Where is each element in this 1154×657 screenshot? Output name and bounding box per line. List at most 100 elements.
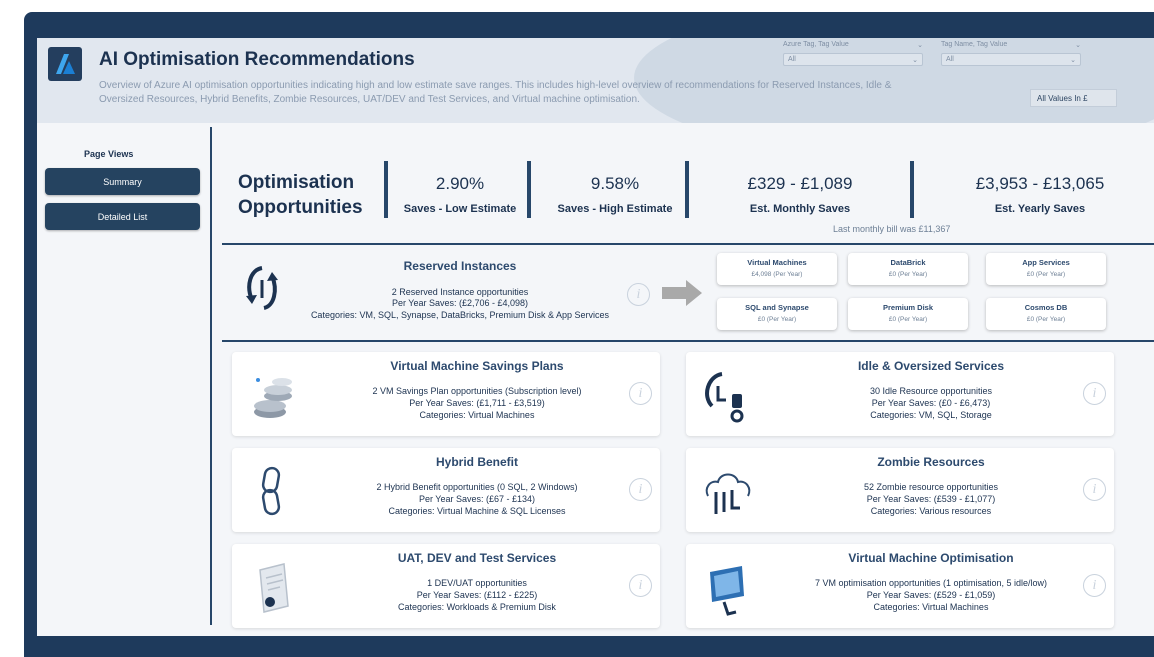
card-line1: 2 Hybrid Benefit opportunities (0 SQL, 2… [376,482,578,492]
card-line3: Categories: Various resources [870,506,992,516]
card-title: UAT, DEV and Test Services [397,551,557,565]
info-icon[interactable]: i [629,382,652,405]
card-title: Virtual Machine Savings Plans [390,359,564,373]
sidebar-divider [210,127,212,625]
section-divider [222,340,1154,342]
ri-card-name: Cosmos DB [1024,303,1068,312]
card-line3: Categories: VM, SQL, Storage [870,410,992,420]
card-uat-dev-test[interactable]: UAT, DEV and Test Services 1 DEV/UAT opp… [232,544,660,628]
ri-card-value: £4,098 (Per Year) [751,271,803,278]
card-line1: 2 VM Savings Plan opportunities (Subscri… [372,386,582,396]
kpi-high-label: Saves - High Estimate [557,203,673,215]
card-line1: 7 VM optimisation opportunities (1 optim… [814,578,1048,588]
card-line2: Per Year Saves: (£0 - £6,473) [871,398,991,408]
header: AI Optimisation Recommendations Overview… [37,38,1154,123]
kpi-high-value: 9.58% [590,174,640,193]
ri-card-value: £0 (Per Year) [757,316,797,323]
info-icon[interactable]: i [629,478,652,501]
nav-detailed-list-button[interactable]: Detailed List [45,203,200,230]
all-values-button[interactable]: All Values In £ [1030,89,1117,107]
card-line2: Per Year Saves: (£539 - £1,077) [866,494,996,504]
link-icon [244,462,304,522]
arrow-right-icon [660,278,704,313]
kpi-divider [910,161,914,218]
filter-value: All [946,56,954,63]
card-line2: Per Year Saves: (£529 - £1,059) [866,590,996,600]
card-vm-optimisation[interactable]: Virtual Machine Optimisation 7 VM optimi… [686,544,1114,628]
reserved-title: Reserved Instances [403,259,517,273]
ri-card-premium-disk[interactable]: Premium Disk £0 (Per Year) [848,298,968,330]
ri-card-virtual-machines[interactable]: Virtual Machines £4,098 (Per Year) [717,253,837,285]
ri-card-name: SQL and Synapse [745,303,809,312]
ri-card-name: Virtual Machines [747,258,807,267]
ri-card-value: £0 (Per Year) [888,316,928,323]
kpi-yearly-value: £3,953 - £13,065 [975,174,1105,193]
ri-card-value: £0 (Per Year) [888,271,928,278]
info-icon[interactable]: i [1083,478,1106,501]
card-zombie-resources[interactable]: Zombie Resources 52 Zombie resource oppo… [686,448,1114,532]
reserved-line1: 2 Reserved Instance opportunities [391,287,529,297]
last-bill-note: Last monthly bill was £11,367 [833,224,951,234]
card-line1: 30 Idle Resource opportunities [869,386,993,396]
cloud-transfer-icon [698,462,758,522]
kpi-title-line2: Opportunities [238,197,363,218]
reserved-line2: Per Year Saves: (£2,706 - £4,098) [391,298,529,308]
card-title: Hybrid Benefit [435,455,518,469]
filter-azure-tag[interactable]: Azure Tag, Tag Value ⌄ All ⌄ [783,41,923,66]
sidebar-label: Page Views [84,149,134,159]
ri-card-cosmos-db[interactable]: Cosmos DB £0 (Per Year) [986,298,1106,330]
monitor-icon [698,558,758,618]
kpi-divider [384,161,388,218]
page-subtitle: Overview of Azure AI optimisation opport… [99,80,892,105]
card-line1: 52 Zombie resource opportunities [863,482,999,492]
hourglass-icon [698,366,758,426]
kpi-divider [527,161,531,218]
card-title: Idle & Oversized Services [857,359,1005,373]
card-vm-savings-plans[interactable]: Virtual Machine Savings Plans 2 VM Savin… [232,352,660,436]
card-line2: Per Year Saves: (£112 - £225) [416,590,538,600]
card-line3: Categories: Virtual Machines [419,410,535,420]
kpi-monthly-value: £329 - £1,089 [747,174,853,193]
card-line3: Categories: Virtual Machine & SQL Licens… [388,506,566,516]
info-icon[interactable]: i [629,574,652,597]
chevron-down-icon: ⌄ [917,42,923,49]
ri-card-databrick[interactable]: DataBrick £0 (Per Year) [848,253,968,285]
filter-label: Azure Tag, Tag Value [783,41,849,48]
filter-value: All [788,56,796,63]
card-line2: Per Year Saves: (£67 - £134) [418,494,536,504]
info-icon[interactable]: i [627,283,650,306]
card-title: Virtual Machine Optimisation [848,551,1014,565]
kpi-divider [685,161,689,218]
kpi-title-line1: Optimisation [238,172,355,193]
ri-card-value: £0 (Per Year) [1026,271,1066,278]
kpi-low-value: 2.90% [435,174,485,193]
kpi-monthly-label: Est. Monthly Saves [749,203,851,215]
card-line3: Categories: Virtual Machines [873,602,989,612]
card-line1: 1 DEV/UAT opportunities [427,578,527,588]
card-line3: Categories: Workloads & Premium Disk [398,602,556,612]
chevron-down-icon: ⌄ [1070,57,1076,64]
ri-card-sql-synapse[interactable]: SQL and Synapse £0 (Per Year) [717,298,837,330]
card-line2: Per Year Saves: (£1,711 - £3,519) [409,398,545,408]
kpi-low-label: Saves - Low Estimate [403,203,517,215]
chevron-down-icon: ⌄ [1075,42,1081,49]
ri-card-app-services[interactable]: App Services £0 (Per Year) [986,253,1106,285]
info-icon[interactable]: i [1083,382,1106,405]
kpi-title: Optimisation Opportunities [238,170,363,220]
section-divider [222,243,1154,245]
nav-summary-button[interactable]: Summary [45,168,200,195]
azure-logo-icon [48,47,82,81]
coins-icon [244,366,304,426]
card-idle-oversized[interactable]: Idle & Oversized Services 30 Idle Resour… [686,352,1114,436]
filter-label: Tag Name, Tag Value [941,41,1008,48]
info-icon[interactable]: i [1083,574,1106,597]
ri-card-name: App Services [1022,258,1070,267]
reserved-line3: Categories: VM, SQL, Synapse, DataBricks… [310,310,610,320]
filter-tag-name[interactable]: Tag Name, Tag Value ⌄ All ⌄ [941,41,1081,66]
ri-card-name: Premium Disk [882,303,934,312]
card-hybrid-benefit[interactable]: Hybrid Benefit 2 Hybrid Benefit opportun… [232,448,660,532]
ri-card-name: DataBrick [890,258,926,267]
filter-select[interactable]: All ⌄ [783,53,923,66]
kpi-yearly-label: Est. Yearly Saves [994,203,1086,215]
filter-select[interactable]: All ⌄ [941,53,1081,66]
